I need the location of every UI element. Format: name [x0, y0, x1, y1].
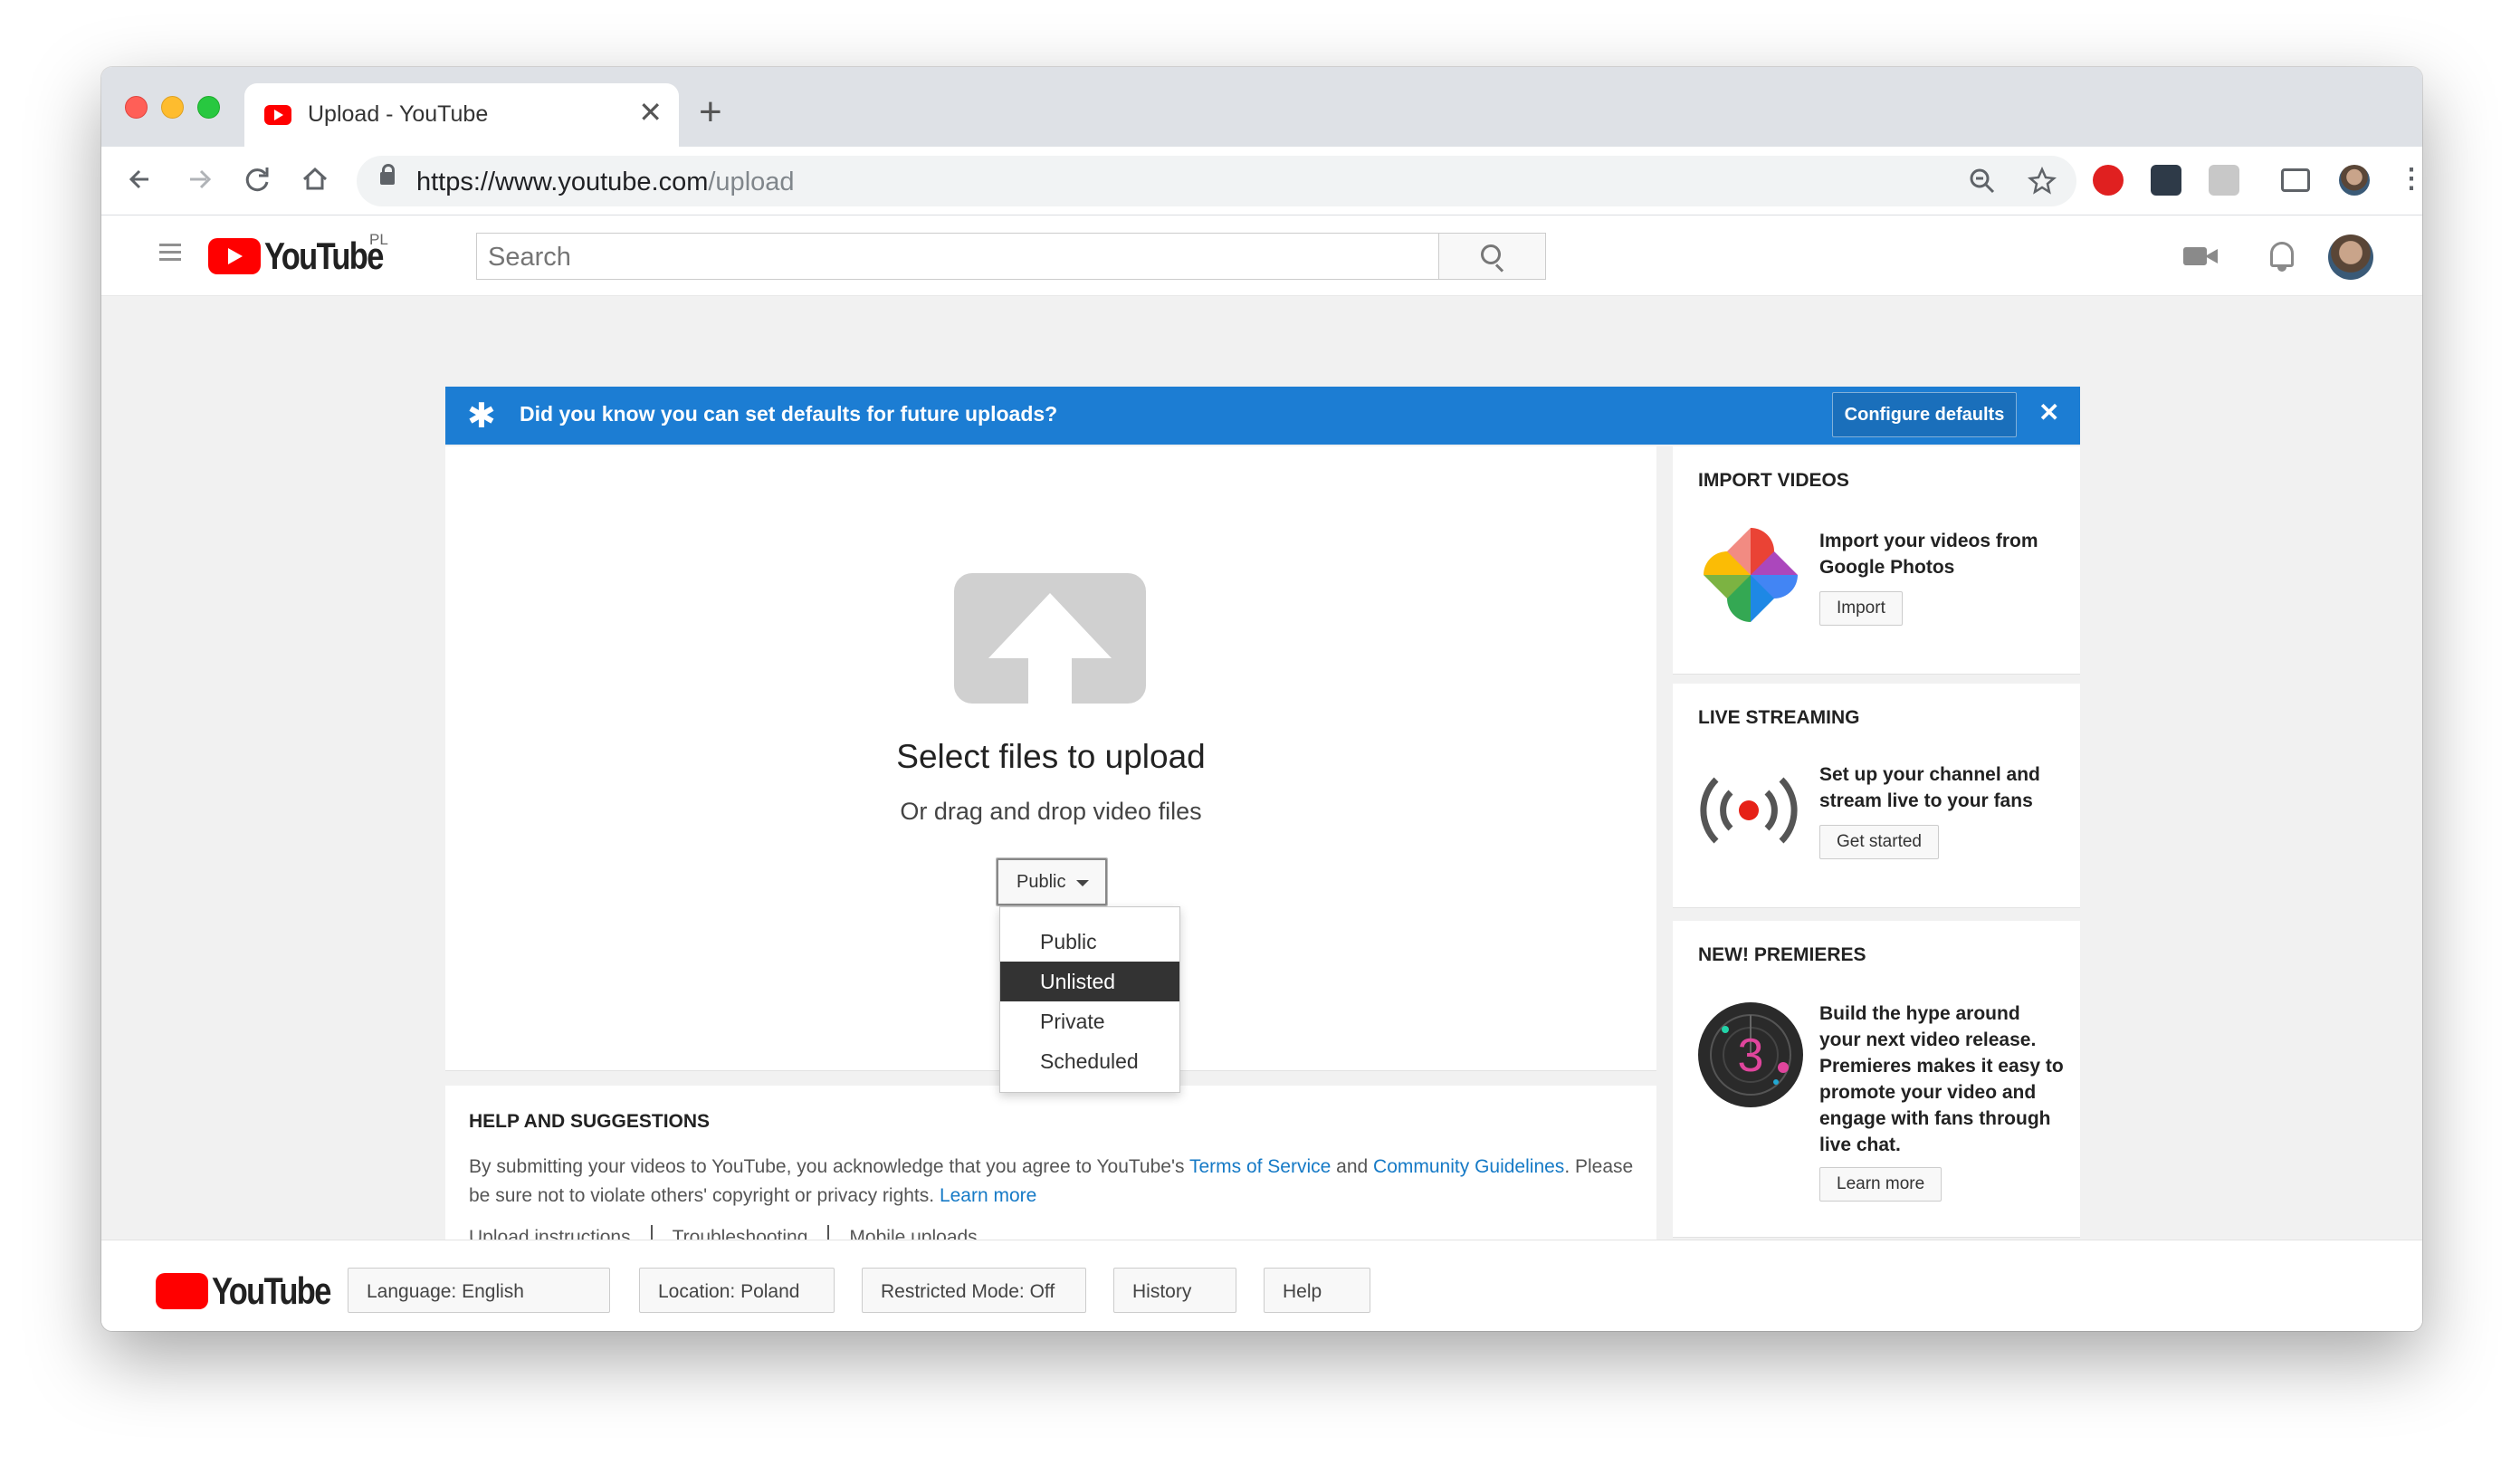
- history-button[interactable]: History: [1113, 1268, 1236, 1313]
- youtube-favicon-icon: [264, 105, 291, 125]
- upload-title[interactable]: Select files to upload: [445, 738, 1656, 776]
- help-text: By submitting your videos to YouTube, yo…: [469, 1156, 1634, 1206]
- address-bar[interactable]: https://www.youtube.com/upload: [357, 156, 2076, 206]
- defaults-banner: ✱ Did you know you can set defaults for …: [445, 387, 2080, 445]
- reload-icon[interactable]: [237, 159, 277, 199]
- home-icon[interactable]: [295, 159, 335, 199]
- privacy-option-unlisted[interactable]: Unlisted: [1000, 962, 1179, 1001]
- help-title: HELP AND SUGGESTIONS: [469, 1111, 711, 1132]
- menu-dots-icon[interactable]: ⋮: [2391, 159, 2422, 199]
- import-videos-card: IMPORT VIDEOS Import your videos from Go…: [1673, 446, 2080, 675]
- language-button[interactable]: Language: English: [348, 1268, 610, 1313]
- maximize-window-button[interactable]: [197, 96, 220, 119]
- upload-subtitle: Or drag and drop video files: [900, 798, 1202, 825]
- privacy-option-private[interactable]: Private: [1000, 1001, 1179, 1041]
- privacy-option-public[interactable]: Public: [1000, 922, 1179, 962]
- google-photos-icon: [1704, 528, 1798, 622]
- caret-down-icon: [1076, 880, 1089, 886]
- live-broadcast-icon: [1700, 777, 1798, 844]
- youtube-page: YouTube PL ✱ Did you know you can set de…: [101, 216, 2422, 1331]
- browser-tab[interactable]: Upload - YouTube ✕: [244, 83, 679, 147]
- minimize-window-button[interactable]: [161, 96, 184, 119]
- zoom-out-icon[interactable]: [1968, 167, 1997, 203]
- banner-text: Did you know you can set defaults for fu…: [520, 402, 1058, 426]
- import-button[interactable]: Import: [1819, 591, 1903, 626]
- youtube-logo-text[interactable]: YouTube: [264, 235, 384, 278]
- bookmark-star-icon[interactable]: [2028, 166, 2057, 203]
- privacy-dropdown[interactable]: Public: [996, 857, 1108, 906]
- back-icon[interactable]: [121, 159, 161, 199]
- search-icon: [1481, 244, 1501, 264]
- premieres-title: NEW! PREMIERES: [1698, 944, 1866, 965]
- privacy-selected: Public: [1017, 872, 1066, 892]
- tab-title: Upload - YouTube: [308, 101, 489, 127]
- forward-icon[interactable]: [179, 159, 219, 199]
- community-guidelines-link[interactable]: Community Guidelines: [1373, 1156, 1564, 1177]
- browser-toolbar: https://www.youtube.com/upload ⋮: [101, 147, 2422, 215]
- terms-of-service-link[interactable]: Terms of Service: [1189, 1156, 1331, 1177]
- privacy-menu: Public Unlisted Private Scheduled: [999, 906, 1180, 1093]
- hamburger-menu-icon[interactable]: [159, 244, 181, 265]
- import-desc: Import your videos from Google Photos: [1819, 531, 2038, 578]
- privacy-option-scheduled[interactable]: Scheduled: [1000, 1041, 1179, 1081]
- premieres-card: NEW! PREMIERES 3 Build the hype around y…: [1673, 921, 2080, 1238]
- upload-video-icon[interactable]: [2183, 240, 2219, 273]
- help-button[interactable]: Help: [1264, 1268, 1370, 1313]
- import-title: IMPORT VIDEOS: [1698, 470, 1849, 491]
- svg-text:3: 3: [1738, 1029, 1764, 1082]
- youtube-logo-icon[interactable]: [208, 238, 261, 274]
- close-window-button[interactable]: [125, 96, 148, 119]
- logo-region: PL: [369, 231, 388, 248]
- learn-more-link[interactable]: Learn more: [940, 1185, 1036, 1206]
- extension-red-icon[interactable]: [2093, 165, 2124, 196]
- configure-defaults-button[interactable]: Configure defaults: [1832, 392, 2017, 437]
- youtube-header: YouTube PL: [101, 216, 2422, 296]
- url-text[interactable]: https://www.youtube.com/upload: [416, 168, 795, 197]
- live-desc: Set up your channel and stream live to y…: [1819, 764, 2040, 811]
- upload-arrow-icon[interactable]: [954, 573, 1146, 707]
- extension-gray-icon[interactable]: [2209, 165, 2239, 196]
- account-avatar[interactable]: [2328, 235, 2373, 280]
- footer-logo-text[interactable]: YouTube: [212, 1269, 331, 1313]
- premieres-countdown-icon: 3: [1698, 1002, 1803, 1107]
- notifications-bell-icon[interactable]: [2265, 240, 2301, 273]
- banner-close-icon[interactable]: ✕: [2038, 397, 2059, 427]
- footer-youtube-logo-icon[interactable]: [156, 1273, 208, 1309]
- location-button[interactable]: Location: Poland: [639, 1268, 835, 1313]
- profile-avatar[interactable]: [2339, 165, 2370, 196]
- browser-window: Upload - YouTube ✕ + https://www.youtube…: [101, 67, 2422, 1331]
- search-button[interactable]: [1439, 233, 1546, 280]
- lock-icon: [380, 164, 395, 185]
- upload-card: Select files to upload Or drag and drop …: [445, 446, 1656, 1093]
- premieres-desc: Build the hype around your next video re…: [1819, 1003, 2064, 1155]
- star-icon: ✱: [467, 397, 496, 436]
- new-tab-button[interactable]: +: [699, 92, 722, 132]
- tab-bar: Upload - YouTube ✕ +: [101, 67, 2422, 147]
- search-input[interactable]: [488, 243, 1393, 273]
- live-title: LIVE STREAMING: [1698, 707, 1860, 728]
- restricted-mode-button[interactable]: Restricted Mode: Off: [862, 1268, 1086, 1313]
- youtube-footer: YouTube Language: English Location: Pola…: [101, 1240, 2422, 1331]
- get-started-button[interactable]: Get started: [1819, 825, 1939, 859]
- tab-close-icon[interactable]: ✕: [638, 98, 663, 127]
- search-box[interactable]: [476, 233, 1439, 280]
- extension-dots-icon[interactable]: [2151, 165, 2181, 196]
- premieres-learn-more-button[interactable]: Learn more: [1819, 1167, 1942, 1202]
- live-streaming-card: LIVE STREAMING Set up your channel and s…: [1673, 684, 2080, 908]
- cast-icon[interactable]: [2281, 168, 2310, 192]
